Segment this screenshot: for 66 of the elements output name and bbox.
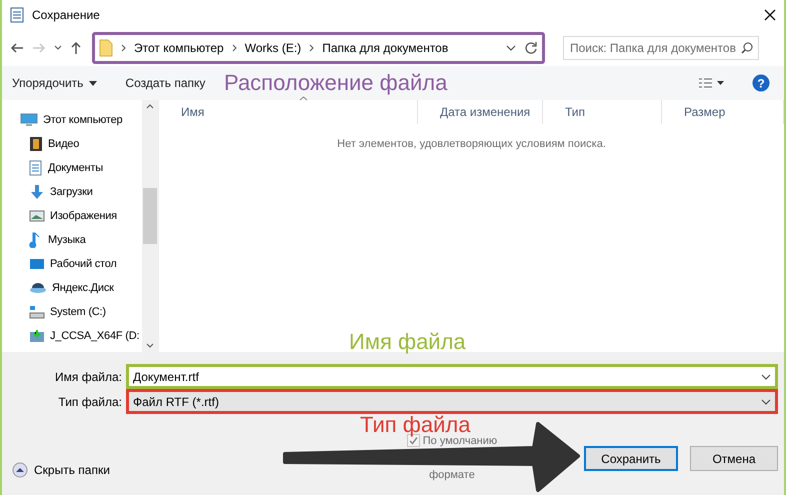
field-label: Тип файла:: [57, 394, 123, 408]
chevron-down-icon[interactable]: [506, 45, 516, 51]
help-icon[interactable]: ?: [752, 74, 770, 92]
sidebar-item[interactable]: Видео: [2, 132, 142, 156]
pc-icon: [20, 113, 38, 127]
view-options-icon[interactable]: [698, 78, 724, 88]
filetype-dropdown[interactable]: Файл RTF (*.rtf): [126, 389, 778, 414]
chevron-down-icon[interactable]: [761, 374, 771, 380]
sidebar-item[interactable]: System (C:): [2, 300, 142, 324]
sidebar-item[interactable]: Загрузки: [2, 180, 142, 204]
back-arrow-icon[interactable]: [10, 42, 24, 54]
hide-folders-button[interactable]: Скрыть папки: [12, 462, 110, 478]
annotation-label: Тип файла: [360, 412, 470, 437]
cloud-icon: [29, 282, 47, 294]
close-icon[interactable]: [764, 9, 776, 21]
sidebar-item[interactable]: Рабочий стол: [2, 252, 142, 276]
breadcrumb[interactable]: Этот компьютер: [134, 41, 224, 55]
address-bar[interactable]: Этот компьютер Works (E:) Папка для документов: [92, 32, 545, 64]
column-header[interactable]: Тип: [543, 100, 662, 124]
sidebar-item[interactable]: Этот компьютер: [2, 108, 142, 132]
filename-field[interactable]: Документ.rtf: [126, 364, 778, 389]
chevron-right-icon: [121, 44, 126, 52]
sidebar-item[interactable]: J_CCSA_X64F (D:: [2, 324, 142, 348]
refresh-icon[interactable]: [524, 41, 538, 55]
sidebar-item[interactable]: Яндекс.Диск: [2, 276, 142, 300]
breadcrumb[interactable]: Works (E:): [244, 41, 302, 55]
column-header[interactable]: Размер: [662, 100, 784, 124]
search-icon: [741, 42, 753, 54]
chevron-right-icon: [309, 44, 314, 52]
chevron-down-icon[interactable]: [54, 45, 62, 51]
document-icon: [10, 7, 24, 23]
pictures-icon: [29, 209, 45, 223]
chevron-right-icon: [232, 44, 237, 52]
cancel-button[interactable]: Отмена: [690, 446, 778, 471]
scrollbar[interactable]: [142, 100, 158, 352]
annotation-label: Имя файла: [349, 329, 466, 355]
column-header[interactable]: Имя: [159, 100, 418, 124]
checkbox-label: По умолчанию: [422, 434, 498, 446]
column-header[interactable]: Дата изменения: [418, 100, 543, 124]
docs-icon: [29, 160, 43, 176]
scroll-up-icon[interactable]: [146, 104, 154, 109]
organize-button[interactable]: Упорядочить: [12, 76, 98, 90]
collapse-icon: [12, 462, 28, 478]
sidebar-item[interactable]: Документы: [2, 156, 142, 180]
new-folder-button[interactable]: Создать папку: [125, 76, 206, 90]
folder-icon: [99, 39, 113, 57]
sidebar-item[interactable]: Изображения: [2, 204, 142, 228]
dropdown-caret-icon: [89, 80, 98, 86]
field-label: Имя файла:: [54, 370, 123, 384]
annotation-label: Расположение файла: [224, 70, 448, 96]
breadcrumb[interactable]: Папка для документов: [322, 41, 448, 55]
scrollbar-thumb[interactable]: [143, 188, 157, 244]
drive-icon: [29, 305, 45, 319]
up-arrow-icon[interactable]: [70, 41, 82, 55]
empty-message: Нет элементов, удовлетворяющих условиям поиска.: [336, 138, 607, 150]
chevron-down-icon[interactable]: [761, 398, 771, 404]
search-field[interactable]: Поиск: Папка для документов: [563, 36, 759, 60]
video-icon: [29, 136, 43, 152]
save-button[interactable]: Сохранить: [584, 446, 678, 471]
download-icon: [29, 184, 45, 200]
desktop-icon: [29, 257, 45, 271]
sidebar-item[interactable]: Музыка: [2, 228, 142, 252]
sort-caret-icon: [299, 96, 308, 101]
window-title: Сохранение: [32, 8, 101, 22]
scroll-down-icon[interactable]: [146, 343, 154, 348]
checkbox-label: формате: [429, 469, 475, 481]
